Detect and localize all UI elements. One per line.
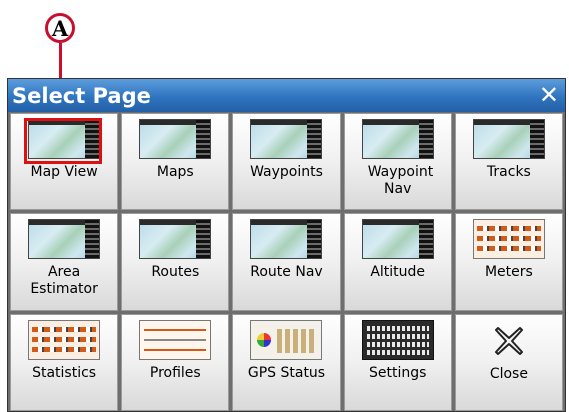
settings-thumbnail-icon [361,319,434,360]
select-page-dialog: Select Page ✕ Map View Maps Waypoints Wa… [7,78,566,412]
tile-waypoints[interactable]: Waypoints [232,113,341,211]
waypoint-nav-thumbnail-icon [361,119,434,159]
tile-label: Profiles [149,364,201,381]
tile-profiles[interactable]: Profiles [121,313,230,411]
tile-label: Close [489,365,528,382]
tile-altitude[interactable]: Altitude [343,213,452,311]
tile-label: Waypoint Nav [367,164,434,197]
tile-settings[interactable]: Settings [343,313,452,411]
tile-label: Waypoints [250,164,323,180]
altitude-thumbnail-icon [361,219,434,260]
profiles-thumbnail-icon [139,319,212,360]
callout-a-marker: A [45,13,75,43]
callout-letter: A [51,15,69,41]
meters-thumbnail-icon [472,219,545,260]
tracks-thumbnail-icon [472,119,545,159]
dialog-title-bar: Select Page ✕ [8,79,565,112]
route-nav-thumbnail-icon [250,219,323,260]
tile-label: Routes [151,264,200,281]
routes-thumbnail-icon [139,219,212,260]
tile-label: Tracks [486,164,531,180]
tile-label: Statistics [32,364,97,381]
map-view-thumbnail-icon [28,119,101,159]
tile-label: Settings [368,364,427,381]
tile-label: Area Estimator [30,264,98,298]
tile-statistics[interactable]: Statistics [10,313,119,411]
dialog-title: Select Page [12,83,151,108]
gps-status-thumbnail-icon [250,319,323,360]
tile-label: Map View [30,164,98,180]
tile-map-view[interactable]: Map View [10,113,119,211]
tile-tracks[interactable]: Tracks [454,113,563,211]
close-x-icon [489,321,529,361]
tile-waypoint-nav[interactable]: Waypoint Nav [343,113,452,211]
tile-meters[interactable]: Meters [454,213,563,311]
tile-maps[interactable]: Maps [121,113,230,211]
tile-gps-status[interactable]: GPS Status [232,313,341,411]
tile-label: Route Nav [250,264,323,281]
page-tile-grid: Map View Maps Waypoints Waypoint Nav Tra… [10,113,563,411]
waypoints-thumbnail-icon [250,119,323,159]
tile-label: Altitude [370,264,426,281]
tile-label: Maps [156,164,194,180]
close-icon[interactable]: ✕ [539,81,559,109]
tile-label: GPS Status [247,364,326,381]
tile-routes[interactable]: Routes [121,213,230,311]
tile-close[interactable]: Close [454,313,563,411]
tile-route-nav[interactable]: Route Nav [232,213,341,311]
area-estimator-thumbnail-icon [28,219,101,260]
statistics-thumbnail-icon [28,319,101,360]
tile-label: Meters [484,264,533,281]
tile-area-estimator[interactable]: Area Estimator [10,213,119,311]
maps-thumbnail-icon [139,119,212,159]
